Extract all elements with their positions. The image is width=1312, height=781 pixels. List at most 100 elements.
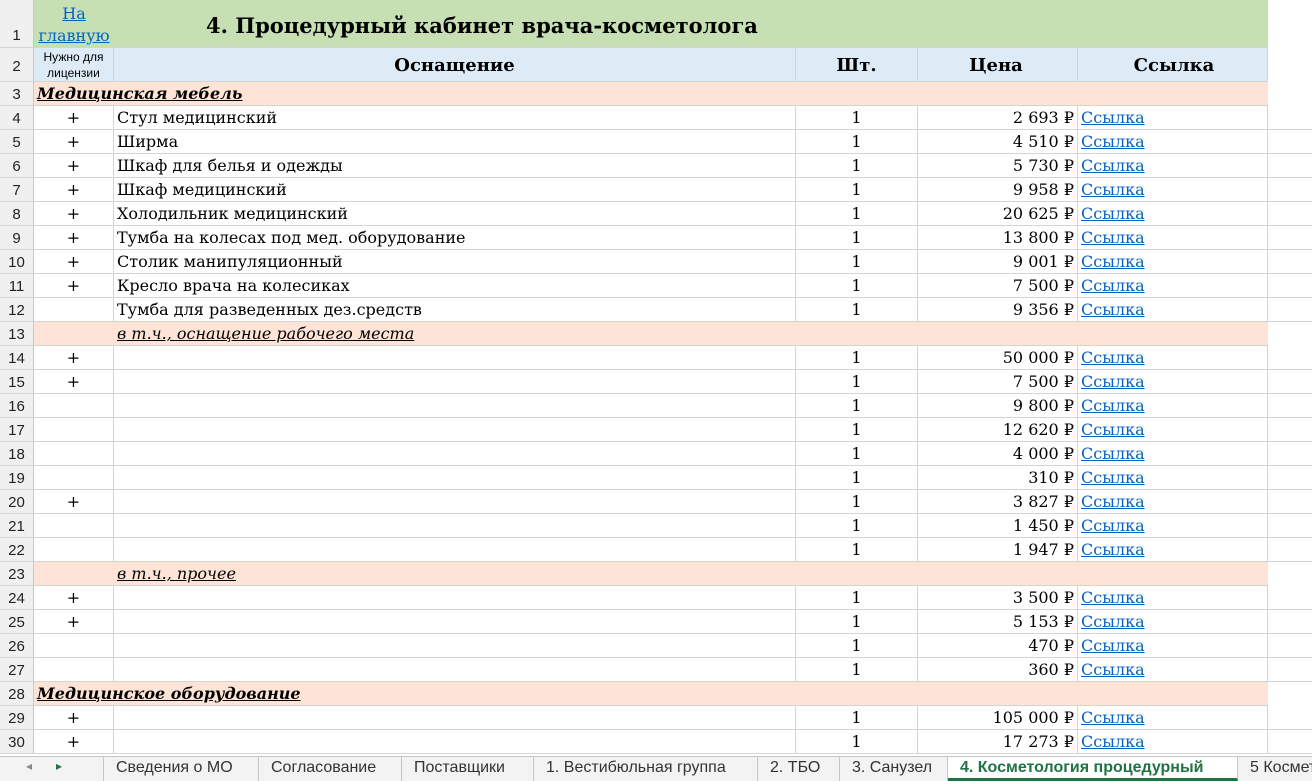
needed-mark[interactable]: + bbox=[34, 178, 114, 202]
needed-mark[interactable]: + bbox=[34, 226, 114, 250]
sheet-tab-7[interactable]: 4. Косметология процедурный bbox=[948, 757, 1238, 781]
equipment-name[interactable] bbox=[114, 514, 796, 538]
tab-scroll-right-icon[interactable]: ▸ bbox=[56, 759, 62, 773]
needed-mark[interactable]: + bbox=[34, 730, 114, 754]
product-link[interactable]: Ссылка bbox=[1081, 180, 1145, 199]
quantity-cell[interactable]: 1 bbox=[796, 658, 918, 682]
equipment-name[interactable]: Столик манипуляционный bbox=[114, 250, 796, 274]
product-link[interactable]: Ссылка bbox=[1081, 612, 1145, 631]
link-cell[interactable]: Ссылка bbox=[1078, 634, 1268, 658]
link-cell[interactable]: Ссылка bbox=[1078, 442, 1268, 466]
price-cell[interactable]: 310 ₽ bbox=[918, 466, 1078, 490]
needed-mark[interactable]: + bbox=[34, 586, 114, 610]
needed-mark[interactable]: + bbox=[34, 490, 114, 514]
product-link[interactable]: Ссылка bbox=[1081, 156, 1145, 175]
needed-mark[interactable] bbox=[34, 418, 114, 442]
equipment-name[interactable] bbox=[114, 490, 796, 514]
needed-mark[interactable]: + bbox=[34, 706, 114, 730]
quantity-cell[interactable]: 1 bbox=[796, 130, 918, 154]
needed-mark[interactable] bbox=[34, 394, 114, 418]
sheet-tab-5[interactable]: 2. ТБО bbox=[758, 757, 840, 781]
link-cell[interactable]: Ссылка bbox=[1078, 730, 1268, 754]
quantity-cell[interactable]: 1 bbox=[796, 274, 918, 298]
needed-mark[interactable] bbox=[34, 658, 114, 682]
equipment-name[interactable] bbox=[114, 418, 796, 442]
quantity-cell[interactable]: 1 bbox=[796, 538, 918, 562]
sheet-tab-1[interactable]: Сведения о МО bbox=[104, 757, 259, 781]
needed-mark[interactable]: + bbox=[34, 610, 114, 634]
link-cell[interactable]: Ссылка bbox=[1078, 394, 1268, 418]
equipment-name[interactable]: Шкаф для белья и одежды bbox=[114, 154, 796, 178]
product-link[interactable]: Ссылка bbox=[1081, 588, 1145, 607]
needed-mark[interactable] bbox=[34, 514, 114, 538]
quantity-cell[interactable]: 1 bbox=[796, 250, 918, 274]
link-cell[interactable]: Ссылка bbox=[1078, 274, 1268, 298]
equipment-name[interactable]: Тумба для разведенных дез.средств bbox=[114, 298, 796, 322]
quantity-cell[interactable]: 1 bbox=[796, 442, 918, 466]
link-cell[interactable]: Ссылка bbox=[1078, 298, 1268, 322]
needed-mark[interactable] bbox=[34, 298, 114, 322]
link-cell[interactable]: Ссылка bbox=[1078, 538, 1268, 562]
price-cell[interactable]: 1 450 ₽ bbox=[918, 514, 1078, 538]
price-cell[interactable]: 5 153 ₽ bbox=[918, 610, 1078, 634]
price-cell[interactable]: 9 356 ₽ bbox=[918, 298, 1078, 322]
quantity-cell[interactable]: 1 bbox=[796, 610, 918, 634]
link-cell[interactable]: Ссылка bbox=[1078, 370, 1268, 394]
needed-mark[interactable] bbox=[34, 466, 114, 490]
quantity-cell[interactable]: 1 bbox=[796, 298, 918, 322]
price-cell[interactable]: 470 ₽ bbox=[918, 634, 1078, 658]
link-cell[interactable]: Ссылка bbox=[1078, 154, 1268, 178]
equipment-name[interactable]: Ширма bbox=[114, 130, 796, 154]
equipment-name[interactable]: Холодильник медицинский bbox=[114, 202, 796, 226]
product-link[interactable]: Ссылка bbox=[1081, 108, 1145, 127]
quantity-cell[interactable]: 1 bbox=[796, 418, 918, 442]
link-cell[interactable]: Ссылка bbox=[1078, 514, 1268, 538]
needed-mark[interactable] bbox=[34, 442, 114, 466]
equipment-name[interactable]: Тумба на колесах под мед. оборудование bbox=[114, 226, 796, 250]
link-cell[interactable]: Ссылка bbox=[1078, 106, 1268, 130]
product-link[interactable]: Ссылка bbox=[1081, 636, 1145, 655]
quantity-cell[interactable]: 1 bbox=[796, 706, 918, 730]
product-link[interactable]: Ссылка bbox=[1081, 516, 1145, 535]
price-cell[interactable]: 2 693 ₽ bbox=[918, 106, 1078, 130]
product-link[interactable]: Ссылка bbox=[1081, 132, 1145, 151]
price-cell[interactable]: 105 000 ₽ bbox=[918, 706, 1078, 730]
sheet-tab-8[interactable]: 5 Космет bbox=[1238, 757, 1312, 781]
price-cell[interactable]: 9 001 ₽ bbox=[918, 250, 1078, 274]
quantity-cell[interactable]: 1 bbox=[796, 586, 918, 610]
price-cell[interactable]: 7 500 ₽ bbox=[918, 370, 1078, 394]
price-cell[interactable]: 9 800 ₽ bbox=[918, 394, 1078, 418]
needed-mark[interactable]: + bbox=[34, 370, 114, 394]
price-cell[interactable]: 3 827 ₽ bbox=[918, 490, 1078, 514]
equipment-name[interactable]: Шкаф медицинский bbox=[114, 178, 796, 202]
quantity-cell[interactable]: 1 bbox=[796, 490, 918, 514]
product-link[interactable]: Ссылка bbox=[1081, 732, 1145, 751]
quantity-cell[interactable]: 1 bbox=[796, 106, 918, 130]
quantity-cell[interactable]: 1 bbox=[796, 202, 918, 226]
price-cell[interactable]: 17 273 ₽ bbox=[918, 730, 1078, 754]
quantity-cell[interactable]: 1 bbox=[796, 466, 918, 490]
product-link[interactable]: Ссылка bbox=[1081, 276, 1145, 295]
quantity-cell[interactable]: 1 bbox=[796, 226, 918, 250]
needed-mark[interactable]: + bbox=[34, 130, 114, 154]
price-cell[interactable]: 12 620 ₽ bbox=[918, 418, 1078, 442]
equipment-name[interactable]: Стул медицинский bbox=[114, 106, 796, 130]
link-cell[interactable]: Ссылка bbox=[1078, 418, 1268, 442]
needed-mark[interactable]: + bbox=[34, 250, 114, 274]
product-link[interactable]: Ссылка bbox=[1081, 228, 1145, 247]
link-cell[interactable]: Ссылка bbox=[1078, 706, 1268, 730]
link-cell[interactable]: Ссылка bbox=[1078, 346, 1268, 370]
link-cell[interactable]: Ссылка bbox=[1078, 658, 1268, 682]
product-link[interactable]: Ссылка bbox=[1081, 372, 1145, 391]
product-link[interactable]: Ссылка bbox=[1081, 300, 1145, 319]
price-cell[interactable]: 9 958 ₽ bbox=[918, 178, 1078, 202]
equipment-name[interactable] bbox=[114, 706, 796, 730]
quantity-cell[interactable]: 1 bbox=[796, 634, 918, 658]
equipment-name[interactable] bbox=[114, 538, 796, 562]
quantity-cell[interactable]: 1 bbox=[796, 370, 918, 394]
equipment-name[interactable] bbox=[114, 634, 796, 658]
equipment-name[interactable]: Кресло врача на колесиках bbox=[114, 274, 796, 298]
equipment-name[interactable] bbox=[114, 730, 796, 754]
quantity-cell[interactable]: 1 bbox=[796, 514, 918, 538]
price-cell[interactable]: 50 000 ₽ bbox=[918, 346, 1078, 370]
